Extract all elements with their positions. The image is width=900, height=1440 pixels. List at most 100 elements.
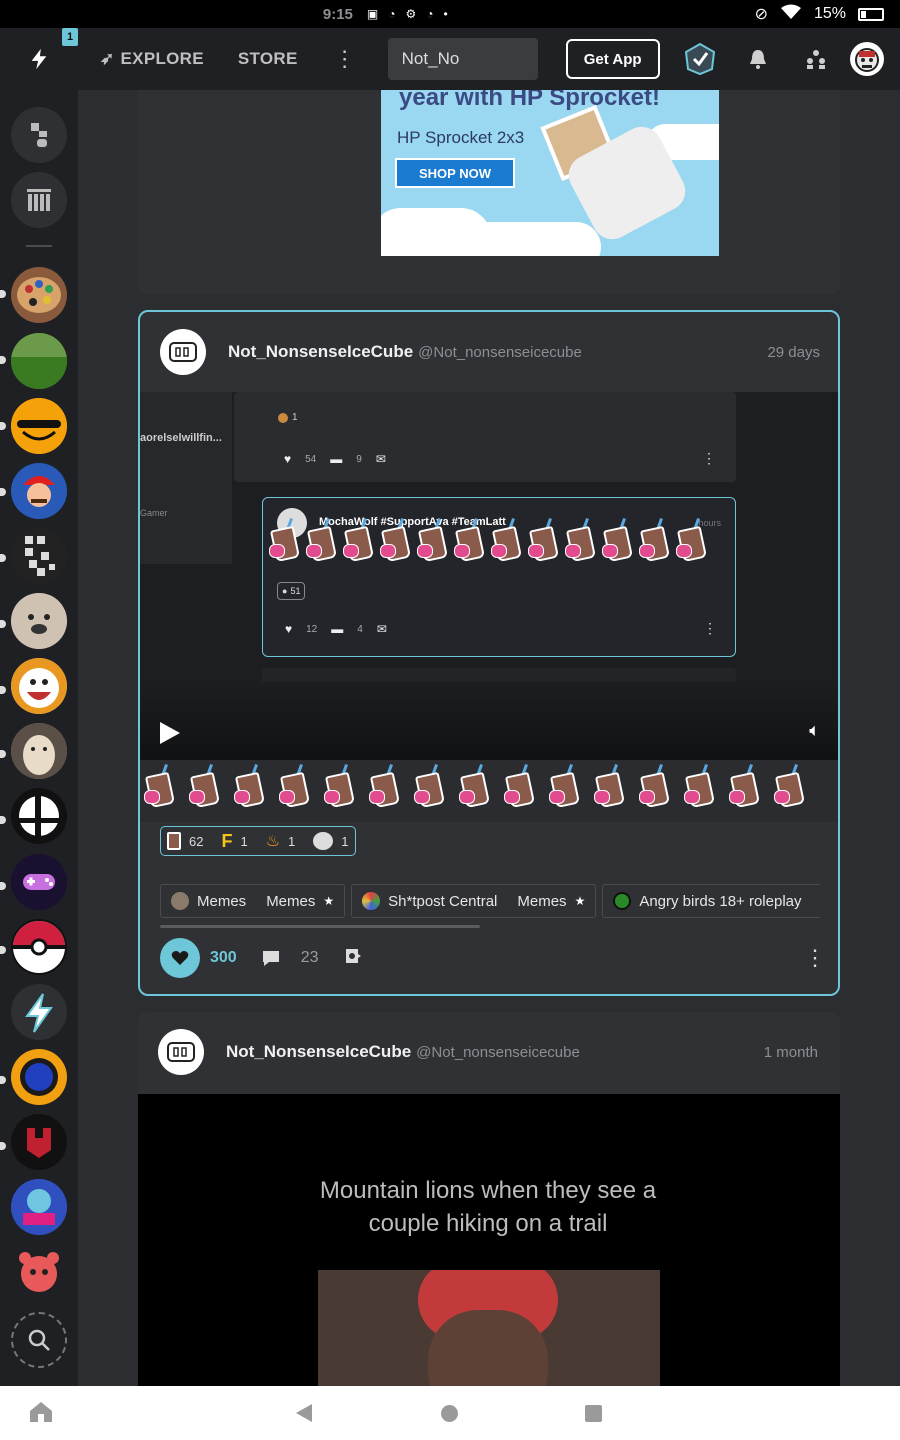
play-icon[interactable] [160,722,180,744]
drink-icon: ● [282,586,288,596]
volume-icon[interactable]: 🔈︎ [809,720,820,741]
community-red-creature[interactable] [11,1244,67,1300]
community-sonic[interactable] [11,1049,67,1105]
author-avatar[interactable] [160,329,206,375]
community-art[interactable] [11,267,67,323]
lineup-button[interactable] [11,107,67,163]
sonic-icon [13,1051,65,1103]
community-grass[interactable] [11,333,67,389]
reaction-count: 1 [341,833,349,849]
drink-sticker [491,518,525,563]
tag-chip[interactable]: Sh*tpost Central Memes ★ [351,884,597,918]
community-gaming[interactable] [11,854,67,910]
home-button-icon[interactable] [441,1405,458,1422]
like-button[interactable] [160,938,200,978]
search-input[interactable] [387,38,538,80]
drink-sticker [676,518,710,563]
community-red-logo[interactable] [11,1114,67,1170]
lineup-icon [31,123,47,147]
quoted-kebab-icon: ⋮ [703,620,717,636]
inner-post: 1 ♥ 54 ▬ 9 ✉ ⋮ [234,392,736,482]
status-bar: 9:15 ▣ ◔ ⚙ ◔ • ⊘ 15% [0,0,900,28]
dot-icon: • [443,7,448,21]
tag-category: Memes [266,892,316,910]
shop-now-button[interactable]: SHOP NOW [395,158,515,188]
unread-indicator [0,422,6,430]
sidebar-divider [26,245,52,247]
author-name[interactable]: Not_NonsenseIceCube [226,1042,411,1062]
drink-sticker [602,518,636,563]
quoted-action-bar: ♥ 12 ▬ 4 ✉ [285,622,387,636]
reaction-fire[interactable]: ♨ 1 [266,831,296,851]
drink-sticker-row [269,518,713,563]
drink-sticker [774,764,816,809]
community-cartoon[interactable] [11,658,67,714]
tags-scrollbar[interactable] [160,925,480,928]
drink-sticker [594,764,636,809]
home-icon[interactable] [28,1400,54,1429]
tag-chip[interactable]: Angry birds 18+ roleplay R [602,884,820,918]
top-navigation: 1 ➶ EXPLORE STORE ⋮ Get App [0,28,900,90]
comment-count: 23 [300,949,319,966]
tag-category: Memes [517,892,567,910]
quoted-reaction-chip: ● 51 [277,582,306,600]
bell-icon[interactable] [740,41,776,77]
community-mario[interactable] [11,463,67,519]
inner-comments: 9 [356,453,362,465]
chat-people-icon[interactable] [798,41,834,77]
explore-link[interactable]: ➶ EXPLORE [100,49,204,69]
app-logo[interactable]: 1 [0,28,78,90]
recent-apps-icon[interactable] [585,1405,602,1422]
search-communities-button[interactable] [11,1312,67,1368]
community-amino[interactable] [11,984,67,1040]
community-orange-face[interactable] [11,398,67,454]
tag-community: Sh*tpost Central [388,892,498,910]
post-card[interactable]: Not_NonsenseIceCube @Not_nonsenseicecube… [138,1012,840,1386]
reaction-f[interactable]: F 1 [221,831,247,852]
community-fnf[interactable] [11,1179,67,1235]
drink-sticker [639,764,681,809]
video-frame [318,1270,660,1386]
community-pokemon[interactable] [11,919,67,975]
notification-badge: 1 [62,28,78,46]
quoted-likes: 12 [306,623,318,635]
grass-icon [11,333,67,389]
tag-chip[interactable]: Memes Memes ★ [160,884,346,918]
icecube-icon [169,342,197,362]
heart-icon: ♥ [284,452,292,466]
community-smash[interactable] [11,788,67,844]
hp-sprocket-ad[interactable]: year with HP Sprocket! HP Sprocket 2x3 S… [381,90,719,256]
store-link[interactable]: STORE [238,49,298,69]
post-more-icon[interactable]: ⋮ [804,945,826,971]
library-button[interactable] [11,172,67,228]
post-video[interactable]: Mountain lions when they see a couple hi… [138,1094,840,1386]
post-video[interactable]: aorelselwillfin... Gamer 1 ♥ 54 ▬ 9 ✉ ⋮ [140,392,838,760]
author-name[interactable]: Not_NonsenseIceCube [228,342,413,362]
share-icon: ✉ [375,452,386,466]
community-dog-photo[interactable] [11,723,67,779]
drink-sticker [729,764,771,809]
drink-sticker [380,518,414,563]
battery-percent: 15% [813,5,846,22]
post-card[interactable]: Not_NonsenseIceCube @Not_nonsenseicecube… [138,310,840,996]
cookie-icon [278,412,288,423]
reaction-drink[interactable]: 62 [167,832,203,850]
reaction-cat[interactable]: 1 [313,832,349,850]
unread-indicator [0,290,6,298]
drink-sticker-row [144,764,819,809]
comment-button[interactable] [261,949,281,967]
unread-indicator [0,554,6,562]
more-menu-icon[interactable]: ⋮ [334,48,356,70]
comment-icon [262,951,279,966]
unread-indicator [0,356,6,364]
community-dog[interactable] [11,593,67,649]
notification-icons: ▣ ◔ ⚙ ◔ • [367,7,448,21]
icecube-icon [167,1042,195,1062]
profile-avatar[interactable] [850,42,884,76]
back-icon[interactable] [296,1404,312,1422]
author-avatar[interactable] [158,1029,204,1075]
community-qr[interactable] [11,528,67,584]
amino-coin-icon[interactable] [682,41,718,77]
get-app-button[interactable]: Get App [565,39,660,79]
share-button[interactable] [343,946,363,971]
